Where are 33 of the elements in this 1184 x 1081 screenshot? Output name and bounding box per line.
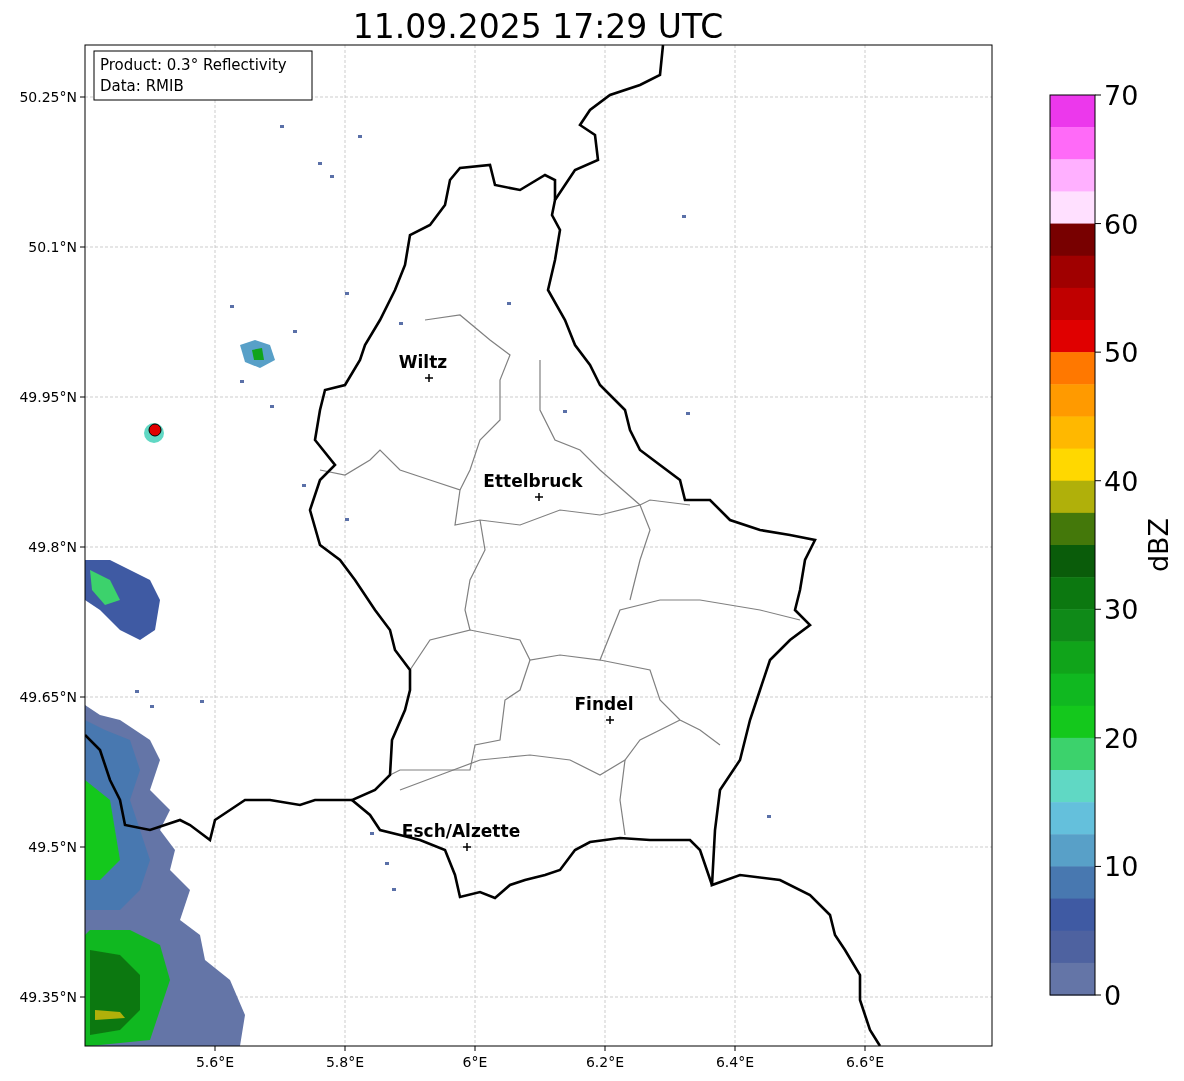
chart-title: 11.09.2025 17:29 UTC	[352, 7, 724, 46]
colorbar-tick-label: 0	[1104, 980, 1122, 1011]
axis-tick-label: 50.1°N	[28, 239, 77, 255]
axis-tick-label: 49.8°N	[28, 539, 77, 555]
city-marker-icon	[424, 373, 434, 383]
axis-tick-label: 6.2°E	[585, 1054, 625, 1070]
axis-tick-label: 49.35°N	[19, 989, 77, 1005]
axis-tick-label: 5.6°E	[195, 1054, 235, 1070]
axis-tick-label: 6°E	[462, 1054, 488, 1070]
axis-tick-label: 6.4°E	[715, 1054, 755, 1070]
city-label: Ettelbruck	[483, 471, 583, 491]
colorbar-tick-label: 20	[1104, 722, 1139, 754]
axis-tick-label: 6.6°E	[845, 1054, 885, 1070]
colorbar-tick-label: 60	[1104, 208, 1139, 240]
city-label: Esch/Alzette	[401, 821, 521, 841]
city-marker-icon	[534, 492, 544, 502]
axis-tick-label: 50.25°N	[19, 89, 77, 105]
city-label: Wiltz	[398, 352, 448, 372]
colorbar-tick-label: 30	[1104, 594, 1139, 626]
city-label: Findel	[574, 694, 634, 714]
axis-tick-label: 5.8°E	[325, 1054, 365, 1070]
legend-text: Product: 0.3° Reflectivity	[100, 56, 287, 74]
city-marker-icon	[605, 715, 615, 725]
axis-tick-label: 49.95°N	[19, 389, 77, 405]
city-marker-icon	[462, 842, 472, 852]
colorbar-tick-label: 70	[1104, 80, 1139, 111]
legend-text: Data: RMIB	[100, 77, 184, 95]
colorbar-tick-label: 40	[1104, 465, 1139, 497]
colorbar-label: dBZ	[1143, 517, 1174, 573]
axis-tick-label: 49.5°N	[28, 839, 77, 855]
axis-tick-label: 49.65°N	[19, 689, 77, 705]
colorbar-tick-label: 50	[1104, 337, 1139, 369]
colorbar-tick-label: 10	[1104, 851, 1139, 883]
